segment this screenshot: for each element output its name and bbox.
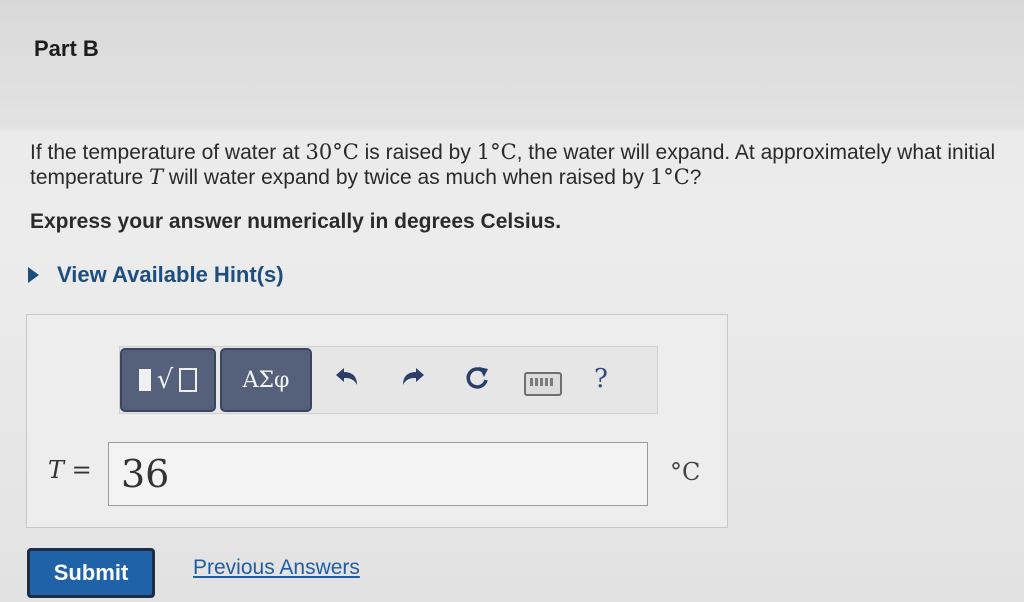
previous-answers-link[interactable]: Previous Answers — [193, 556, 360, 580]
answer-variable-label: T = — [48, 456, 92, 484]
temp-2: 1 — [476, 140, 491, 164]
unit-celsius-1: C — [342, 140, 359, 164]
triangle-right-icon — [28, 267, 39, 283]
greek-symbols-button[interactable]: ΑΣφ — [220, 348, 312, 412]
template-block-icon — [138, 369, 151, 391]
top-band — [0, 0, 1024, 130]
submit-button[interactable]: Submit — [27, 548, 155, 598]
reset-icon[interactable] — [462, 363, 492, 393]
answer-input[interactable] — [108, 442, 648, 506]
redo-icon[interactable] — [398, 363, 428, 393]
view-hints-toggle[interactable]: View Available Hint(s) — [28, 262, 284, 288]
question-text-5: ? — [689, 166, 702, 189]
question-text-1: If the temperature of water at — [30, 141, 306, 164]
answer-unit-label: °C — [670, 458, 701, 486]
question-text-2: is raised by — [358, 141, 477, 164]
variable-t: T — [149, 165, 164, 189]
question-text: If the temperature of water at 30°C is r… — [30, 140, 1020, 190]
unit-celsius-3: C — [673, 165, 690, 189]
keyboard-icon[interactable] — [524, 372, 562, 396]
temp-3: 1 — [649, 165, 664, 189]
help-button[interactable]: ? — [594, 364, 608, 394]
unit-celsius-2: C — [500, 140, 517, 164]
template-box-icon — [179, 368, 198, 392]
part-title: Part B — [34, 36, 99, 61]
question-text-4: will water expand by twice as much when … — [163, 166, 650, 189]
templates-button[interactable]: √ — [120, 348, 216, 412]
degree-symbol-3: ° — [663, 165, 674, 189]
degree-symbol-2: ° — [490, 140, 501, 164]
instruction-text: Express your answer numerically in degre… — [30, 210, 562, 233]
temp-1: 30 — [305, 140, 333, 164]
undo-icon[interactable] — [332, 363, 362, 393]
square-root-icon: √ — [156, 365, 174, 395]
degree-symbol-1: ° — [332, 140, 343, 164]
view-hints-label: View Available Hint(s) — [57, 262, 284, 287]
